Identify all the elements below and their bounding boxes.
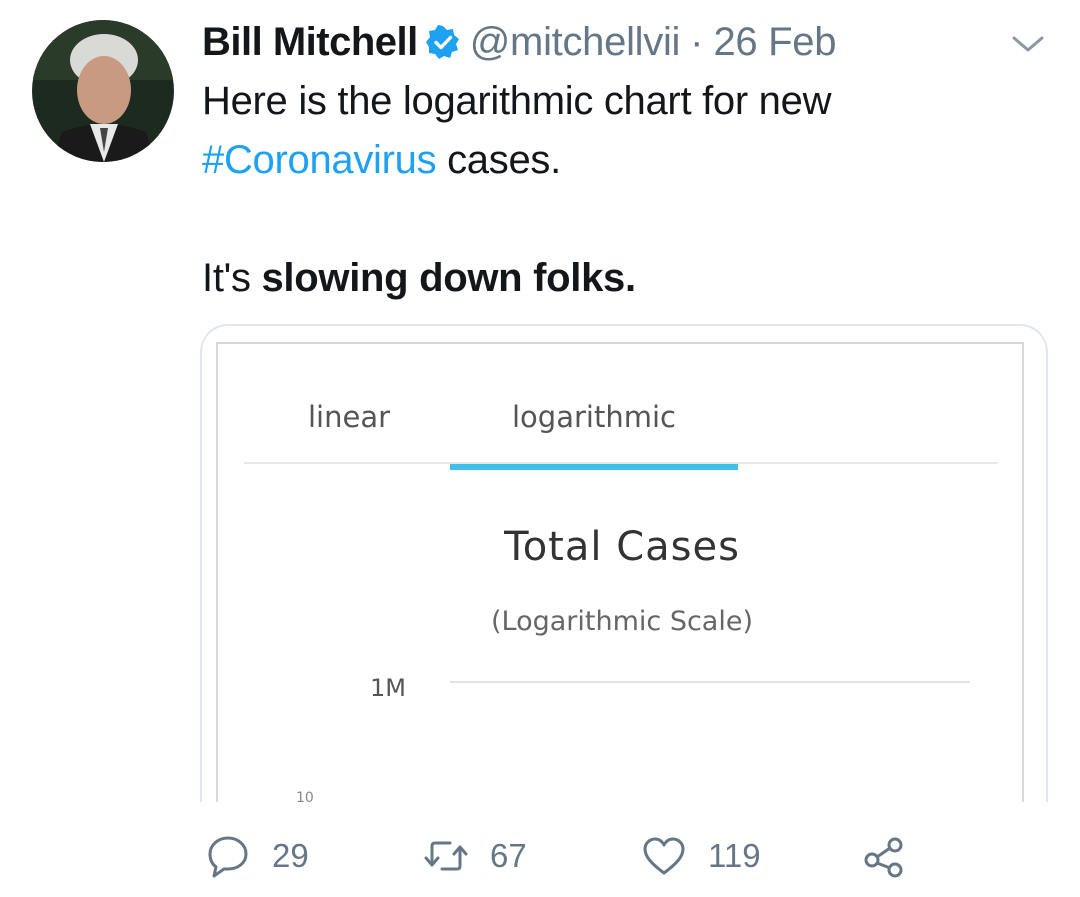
like-count: 119 — [708, 837, 761, 874]
like-button[interactable]: 119 — [642, 826, 761, 886]
tweet-media-card[interactable]: linear logarithmic Total Cases (Logarith… — [200, 324, 1048, 802]
tweet-text-fragment: cases. — [436, 138, 561, 182]
retweet-count: 67 — [490, 837, 527, 874]
hashtag-link[interactable]: #Coronavirus — [202, 138, 437, 182]
retweet-button[interactable]: 67 — [424, 826, 527, 886]
y-tick-label-cut: 10 — [296, 790, 314, 802]
tweet-text-line: #Coronavirus cases. — [202, 131, 1032, 190]
reply-button[interactable]: 29 — [206, 826, 309, 886]
tweet-text-line: It's slowing down folks. — [202, 249, 1032, 308]
tweet-text-line: Here is the logarithmic chart for new — [202, 79, 832, 123]
y-gridline — [450, 681, 970, 683]
tweet-date[interactable]: 26 Feb — [713, 20, 836, 65]
tweet-text: Here is the logarithmic chart for new #C… — [202, 72, 1032, 308]
author-handle[interactable]: @mitchellvii — [470, 20, 681, 65]
chart-title: Total Cases — [504, 524, 740, 570]
reply-icon — [208, 836, 248, 878]
share-button[interactable] — [862, 826, 906, 886]
tab-selected-indicator — [450, 464, 738, 470]
chart-screenshot: linear logarithmic Total Cases (Logarith… — [216, 342, 1024, 802]
tweet-text-spacer — [202, 190, 1032, 249]
verified-badge-icon — [425, 25, 460, 59]
retweet-icon — [424, 841, 468, 871]
chart-subtitle: (Logarithmic Scale) — [490, 606, 753, 637]
y-tick-label: 1M — [370, 674, 406, 702]
avatar[interactable] — [32, 20, 174, 162]
tweet-actions: 29 67 119 — [0, 826, 1080, 886]
tweet-header: Bill Mitchell @mitchellvii · 26 Feb — [202, 16, 836, 68]
tab-linear: linear — [308, 400, 391, 434]
tweet-text-bold: slowing down folks. — [261, 256, 636, 300]
reply-count: 29 — [272, 837, 309, 874]
chevron-down-icon[interactable] — [1010, 32, 1046, 56]
heart-icon — [643, 837, 685, 875]
tweet-text-fragment: It's — [202, 256, 262, 300]
tab-logarithmic: logarithmic — [512, 400, 676, 434]
separator-dot: · — [690, 19, 704, 64]
author-name[interactable]: Bill Mitchell — [202, 20, 418, 65]
share-icon — [864, 837, 903, 878]
